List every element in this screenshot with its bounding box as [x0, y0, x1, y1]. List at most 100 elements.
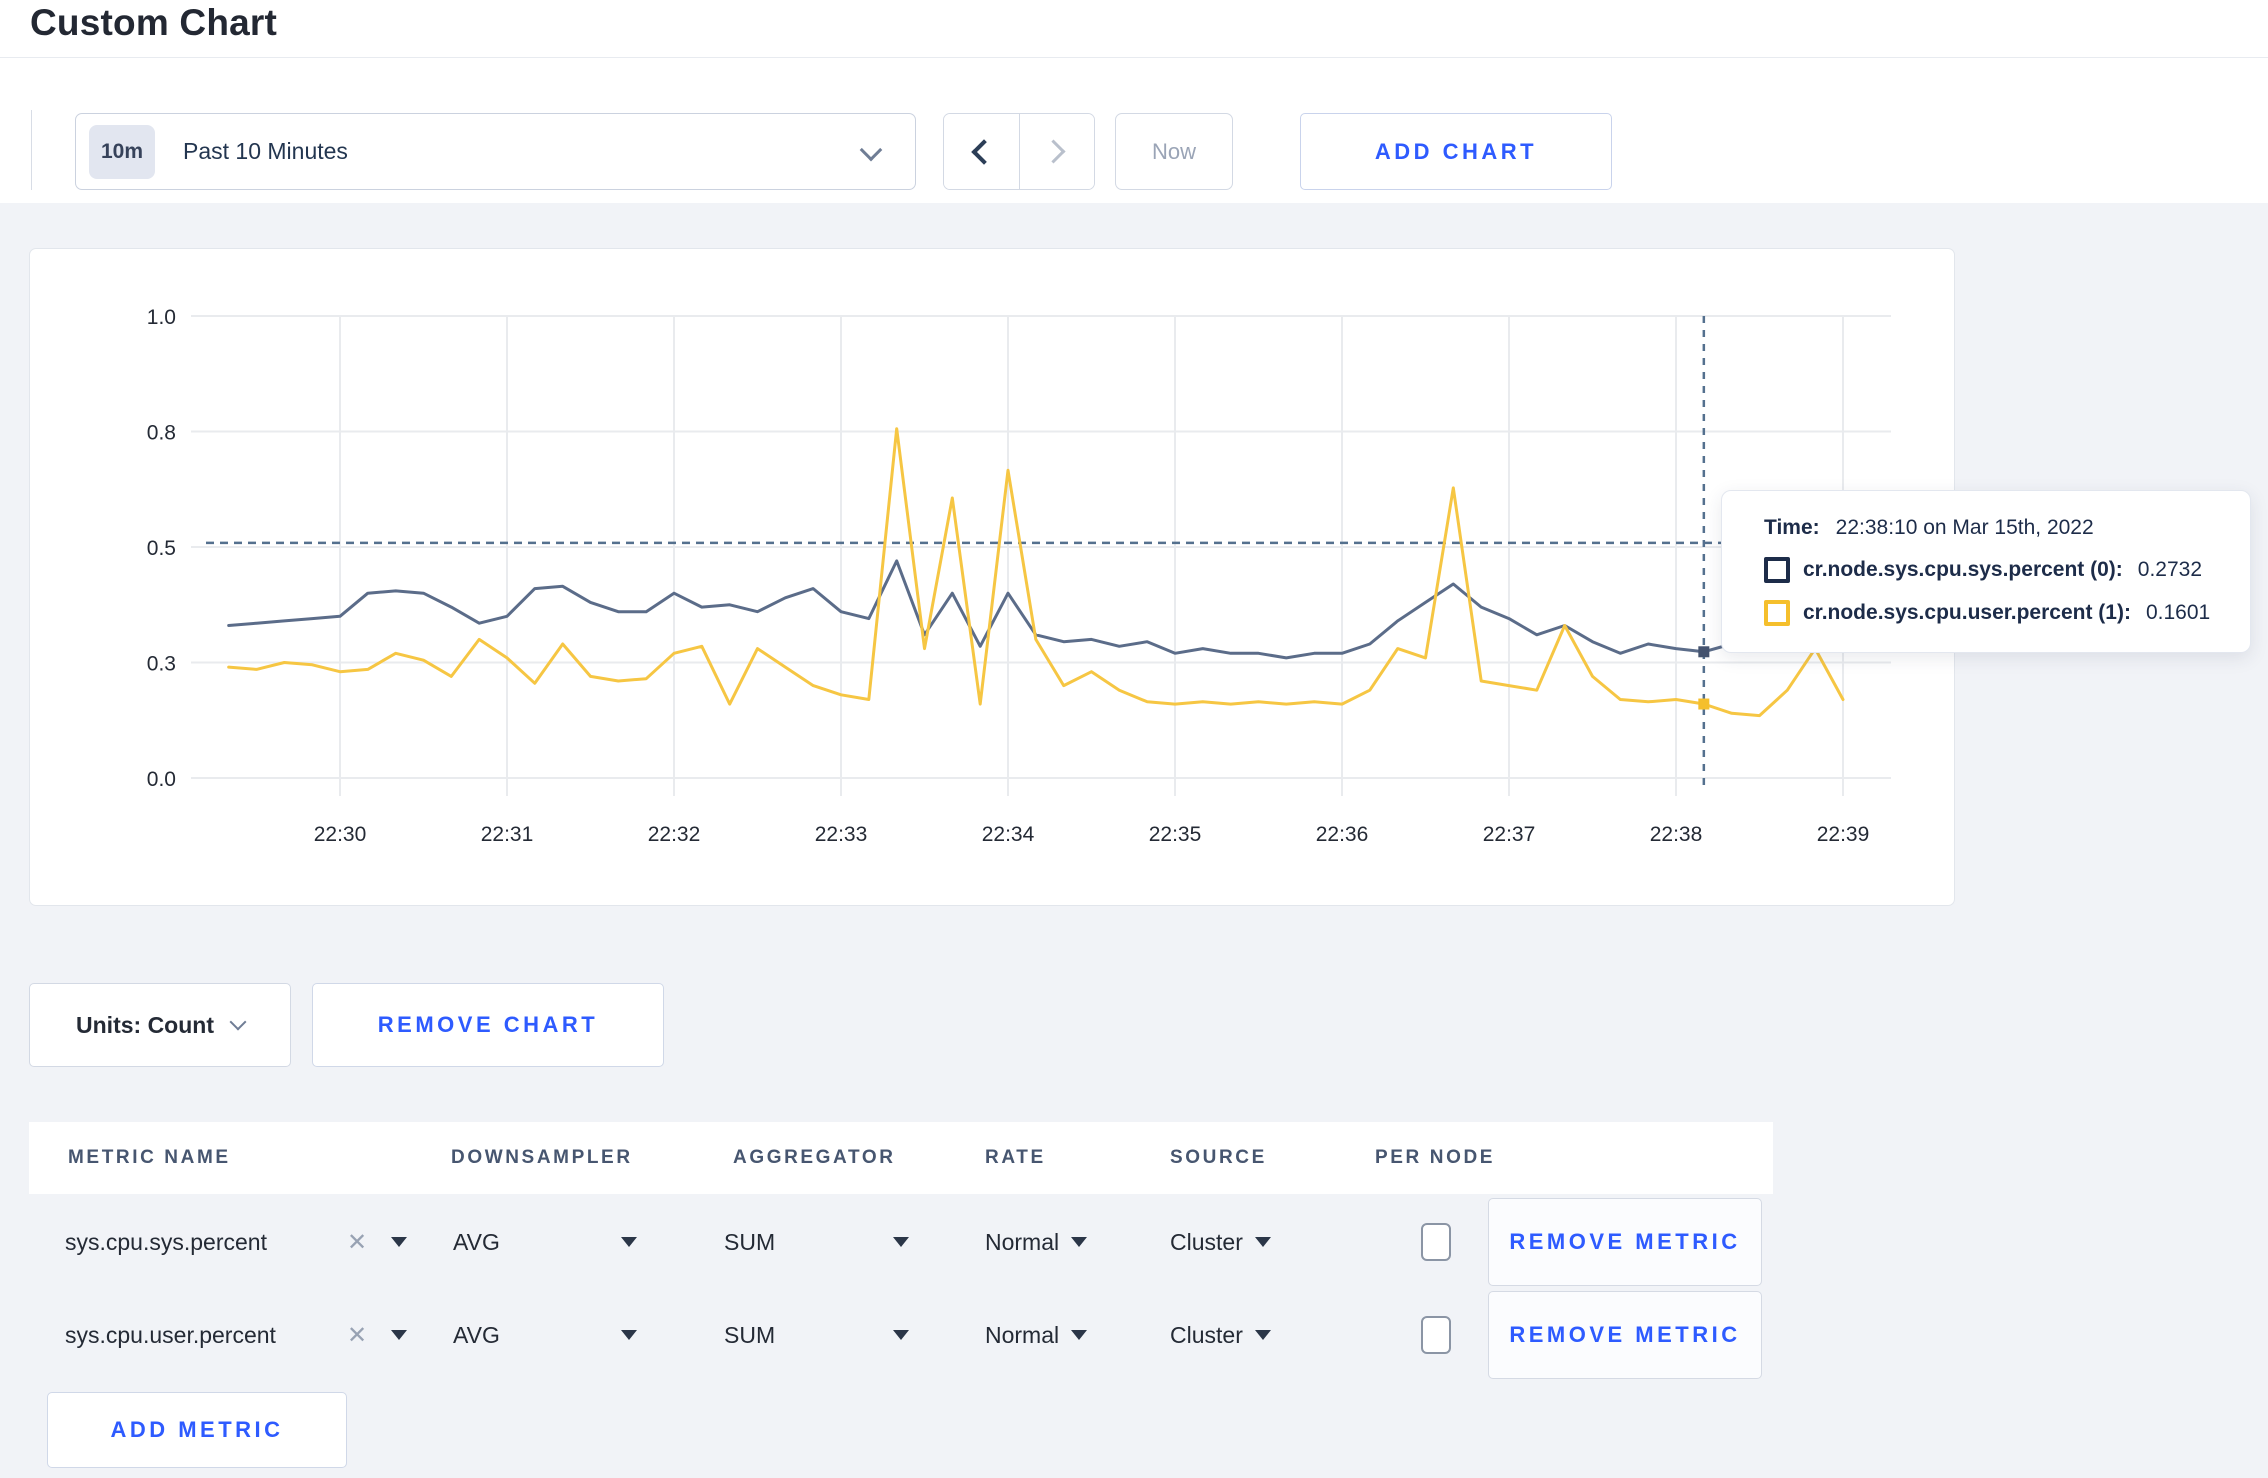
aggregator-caret[interactable] [893, 1198, 909, 1286]
time-range-label: Past 10 Minutes [183, 138, 348, 164]
page-title: Custom Chart [30, 2, 278, 43]
metric-select-caret[interactable] [391, 1291, 407, 1379]
series-swatch-icon [1764, 557, 1790, 583]
source-select[interactable]: Cluster [1170, 1291, 1271, 1379]
clear-metric-icon[interactable]: ✕ [347, 1291, 367, 1379]
crosshair-dot [1698, 646, 1710, 658]
remove-metric-button[interactable]: REMOVE METRIC [1488, 1198, 1762, 1286]
metric-row: sys.cpu.sys.percent ✕ AVG SUM Normal Cluster R… [29, 1198, 1773, 1286]
now-button[interactable]: Now [1115, 113, 1233, 190]
chevron-down-icon [859, 138, 883, 162]
metric-name-value[interactable]: sys.cpu.sys.percent [65, 1198, 267, 1286]
source-value: Cluster [1170, 1321, 1243, 1348]
tooltip-time-label: Time: [1764, 516, 1820, 539]
time-forward-button[interactable] [1019, 114, 1094, 189]
content-area: 1.0 0.8 0.5 0.3 0.0 22:30 22:31 22:32 22:33 22:34… [0, 203, 2268, 1478]
column-header-rate: RATE [985, 1147, 1046, 1168]
x-axis-tick: 22:39 [1817, 823, 1870, 846]
per-node-checkbox[interactable] [1421, 1223, 1451, 1261]
series-line-cr.node.sys.cpu.sys.percent [227, 559, 1845, 660]
time-nav-group [943, 113, 1095, 190]
rate-select[interactable]: Normal [985, 1198, 1088, 1286]
y-axis-tick: 0.5 [147, 537, 176, 560]
time-range-picker[interactable]: 10m Past 10 Minutes [75, 113, 916, 190]
time-back-button[interactable] [944, 114, 1020, 189]
add-chart-button[interactable]: ADD CHART [1300, 113, 1612, 190]
downsampler-select[interactable]: AVG [453, 1291, 500, 1379]
downsampler-caret[interactable] [621, 1291, 637, 1379]
chevron-right-icon [1041, 139, 1066, 164]
y-axis-tick: 0.0 [147, 768, 176, 791]
title-divider [0, 57, 2268, 58]
rate-select[interactable]: Normal [985, 1291, 1088, 1379]
tooltip-series-row: cr.node.sys.cpu.user.percent (1): 0.1601 [1764, 600, 2250, 626]
tooltip-series-value: 0.2732 [2137, 558, 2203, 581]
column-header-downsampler: DOWNSAMPLER [451, 1147, 633, 1168]
aggregator-select[interactable]: SUM [724, 1291, 775, 1379]
caret-down-icon [1071, 1330, 1088, 1340]
units-dropdown[interactable]: Units: Count [29, 983, 291, 1067]
downsampler-select[interactable]: AVG [453, 1198, 500, 1286]
metric-select-caret[interactable] [391, 1198, 407, 1286]
column-header-metric-name: METRIC NAME [68, 1147, 231, 1168]
source-select[interactable]: Cluster [1170, 1198, 1271, 1286]
metric-name-value[interactable]: sys.cpu.user.percent [65, 1291, 276, 1379]
toolbar-left-divider [31, 110, 32, 190]
chevron-down-icon [229, 1013, 247, 1031]
metrics-table: METRIC NAME DOWNSAMPLER AGGREGATOR RATE SOUR… [29, 1122, 1773, 1478]
series-line-cr.node.sys.cpu.user.percent [227, 427, 1845, 718]
remove-metric-button[interactable]: REMOVE METRIC [1488, 1291, 1762, 1379]
caret-down-icon [621, 1330, 637, 1340]
x-axis-tick: 22:33 [815, 823, 868, 846]
aggregator-caret[interactable] [893, 1291, 909, 1379]
chart-plot-area[interactable]: 1.0 0.8 0.5 0.3 0.0 22:30 22:31 22:32 22:33 22:34… [30, 249, 1954, 905]
x-axis-tick: 22:32 [648, 823, 701, 846]
tooltip-time-value: 22:38:10 on Mar 15th, 2022 [1835, 516, 2094, 539]
x-axis-tick: 22:38 [1650, 823, 1703, 846]
source-value: Cluster [1170, 1228, 1243, 1255]
caret-down-icon [1071, 1237, 1088, 1247]
column-header-source: SOURCE [1170, 1147, 1267, 1168]
x-axis-tick: 22:37 [1483, 823, 1536, 846]
x-axis-tick: 22:36 [1316, 823, 1369, 846]
tooltip-series-row: cr.node.sys.cpu.sys.percent (0): 0.2732 [1764, 557, 2250, 583]
x-axis-tick: 22:35 [1149, 823, 1202, 846]
x-axis-tick: 22:30 [314, 823, 367, 846]
aggregator-select[interactable]: SUM [724, 1198, 775, 1286]
chart-tooltip: Time: 22:38:10 on Mar 15th, 2022 cr.node… [1721, 490, 2251, 653]
y-axis-tick: 0.8 [147, 422, 176, 445]
caret-down-icon [1254, 1330, 1271, 1340]
chevron-left-icon [971, 138, 997, 165]
metric-row: sys.cpu.user.percent ✕ AVG SUM Normal Cluster… [29, 1291, 1773, 1379]
caret-down-icon [391, 1237, 407, 1247]
y-axis-tick: 1.0 [147, 306, 176, 329]
tooltip-time: Time: 22:38:10 on Mar 15th, 2022 [1764, 516, 2250, 540]
caret-down-icon [621, 1237, 637, 1247]
x-axis-tick: 22:31 [481, 823, 534, 846]
metrics-table-header: METRIC NAME DOWNSAMPLER AGGREGATOR RATE SOUR… [29, 1122, 1773, 1194]
rate-value: Normal [985, 1321, 1060, 1348]
tooltip-series-name: cr.node.sys.cpu.user.percent (1): [1803, 601, 2131, 624]
tooltip-series-value: 0.1601 [2145, 601, 2211, 624]
tooltip-series-name: cr.node.sys.cpu.sys.percent (0): [1803, 558, 2123, 581]
per-node-checkbox[interactable] [1421, 1316, 1451, 1354]
y-axis-tick: 0.3 [147, 653, 176, 676]
crosshair-dot [1698, 698, 1710, 710]
custom-chart-page: Custom Chart 10m Past 10 Minutes Now ADD… [0, 0, 2268, 1478]
time-range-badge: 10m [89, 124, 155, 179]
caret-down-icon [1254, 1237, 1271, 1247]
chart-card: 1.0 0.8 0.5 0.3 0.0 22:30 22:31 22:32 22:33 22:34… [29, 248, 1955, 906]
series-swatch-icon [1764, 600, 1790, 626]
units-label: Units: Count [76, 1011, 214, 1038]
column-header-aggregator: AGGREGATOR [733, 1147, 896, 1168]
add-metric-button[interactable]: ADD METRIC [47, 1392, 347, 1468]
clear-metric-icon[interactable]: ✕ [347, 1198, 367, 1286]
rate-value: Normal [985, 1228, 1060, 1255]
x-axis-tick: 22:34 [982, 823, 1035, 846]
caret-down-icon [391, 1330, 407, 1340]
remove-chart-button[interactable]: REMOVE CHART [312, 983, 664, 1067]
caret-down-icon [893, 1237, 909, 1247]
downsampler-caret[interactable] [621, 1198, 637, 1286]
column-header-per-node: PER NODE [1375, 1147, 1496, 1168]
caret-down-icon [893, 1330, 909, 1340]
